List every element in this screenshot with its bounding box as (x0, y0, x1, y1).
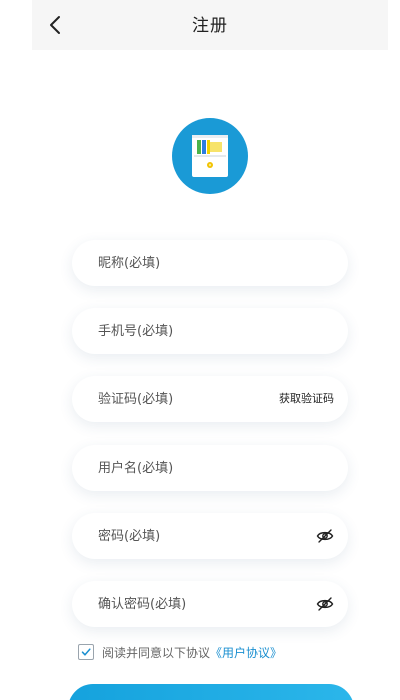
register-page: 注册 获取验证码 (0, 0, 400, 700)
get-code-button[interactable]: 获取验证码 (279, 376, 334, 422)
password-input[interactable] (98, 513, 278, 559)
username-input[interactable] (98, 445, 278, 491)
nav-bar: 注册 (32, 0, 388, 50)
verification-code-field[interactable]: 获取验证码 (72, 376, 348, 422)
agreement-row: 阅读并同意以下协议 《用户协议》 (78, 642, 282, 662)
phone-field[interactable] (72, 308, 348, 354)
agreement-checkbox[interactable] (78, 644, 94, 660)
eye-slash-icon[interactable] (316, 596, 334, 612)
nickname-input[interactable] (98, 240, 278, 286)
password-field[interactable] (72, 513, 348, 559)
verification-code-input[interactable] (98, 376, 278, 422)
confirm-password-field[interactable] (72, 581, 348, 627)
username-field[interactable] (72, 445, 348, 491)
page-title: 注册 (192, 16, 228, 36)
phone-input[interactable] (98, 308, 278, 354)
confirm-password-input[interactable] (98, 581, 278, 627)
app-logo-icon (192, 135, 228, 177)
check-icon (81, 648, 91, 656)
agreement-text: 阅读并同意以下协议 (102, 645, 211, 660)
app-logo (172, 118, 248, 194)
user-agreement-link[interactable]: 《用户协议》 (210, 644, 282, 661)
register-button[interactable] (68, 684, 354, 700)
eye-slash-icon[interactable] (316, 528, 334, 544)
nickname-field[interactable] (72, 240, 348, 286)
